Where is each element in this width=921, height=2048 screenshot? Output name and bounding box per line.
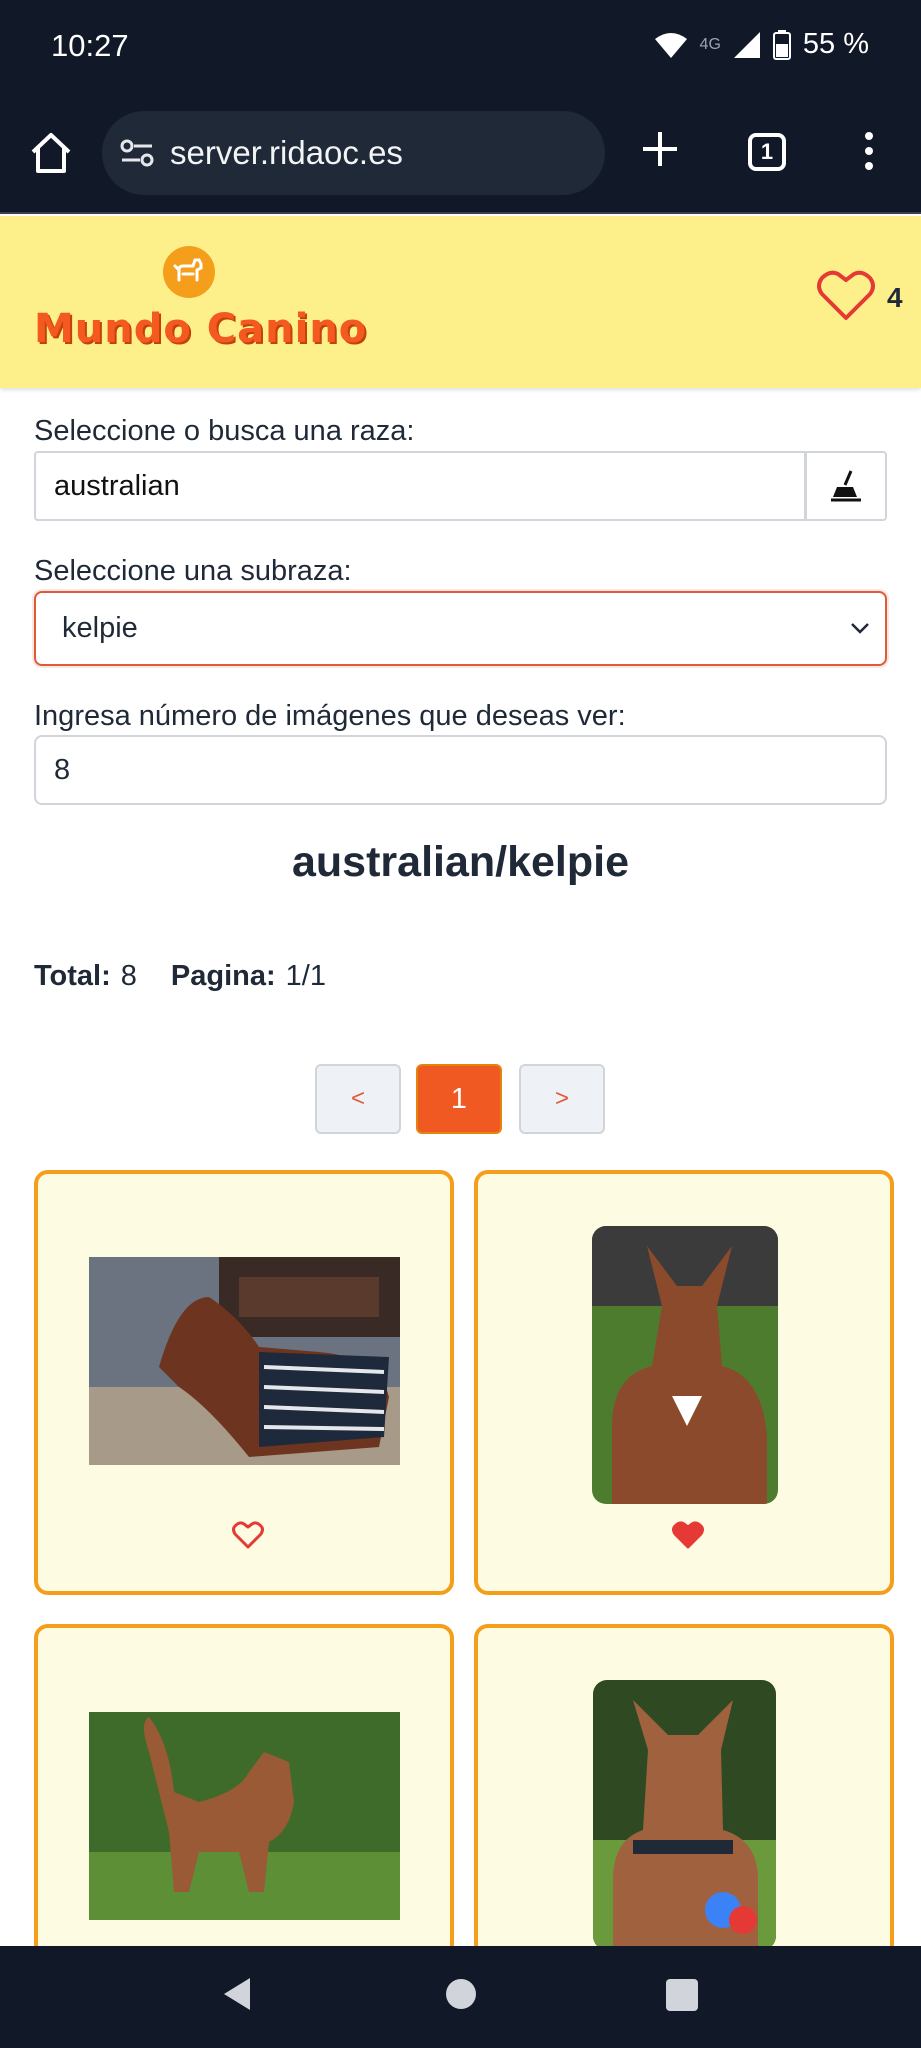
dog-photo: [89, 1712, 400, 1920]
status-bar: 10:27 4G 55 %: [0, 0, 921, 96]
total-label: Total:: [34, 960, 111, 992]
network-type-label: 4G: [699, 35, 721, 53]
site-logo-text[interactable]: Mundo Canino: [34, 306, 367, 352]
page-value: 1/1: [285, 960, 326, 992]
breed-label: Seleccione o busca una raza:: [34, 415, 415, 447]
favorite-toggle-icon[interactable]: [672, 1521, 704, 1549]
favorites-heart-icon[interactable]: [816, 268, 876, 322]
home-icon[interactable]: [28, 130, 74, 176]
prev-page-button[interactable]: <: [315, 1064, 401, 1134]
status-icons: 4G 55 %: [654, 28, 869, 61]
signal-icon: [733, 31, 760, 58]
image-count-label: Ingresa número de imágenes que deseas ve…: [34, 700, 626, 732]
battery-level: 55 %: [802, 28, 869, 60]
browser-toolbar: server.ridaoc.es 1: [0, 96, 921, 214]
dog-logo-icon: [163, 246, 215, 298]
favorite-toggle-icon[interactable]: [232, 1521, 264, 1549]
image-count-input[interactable]: 8: [34, 735, 887, 805]
chevron-down-icon: [851, 623, 869, 634]
address-bar[interactable]: server.ridaoc.es: [102, 111, 605, 195]
recents-square-icon[interactable]: [666, 1979, 698, 2011]
site-settings-icon[interactable]: [120, 139, 154, 167]
dog-image[interactable]: [89, 1257, 400, 1465]
broom-icon: [831, 470, 861, 502]
dog-card: [34, 1170, 454, 1595]
dog-card: [34, 1624, 454, 1964]
battery-icon: [772, 29, 791, 60]
breed-title: australian/kelpie: [292, 838, 629, 886]
site-header: Mundo Canino 4: [0, 216, 921, 388]
favorites-count: 4: [887, 282, 903, 313]
dog-photo: [89, 1257, 400, 1465]
dog-icon: [173, 258, 203, 282]
dog-card: [474, 1170, 894, 1595]
dog-photo: [592, 1226, 778, 1504]
tab-switcher-button[interactable]: 1: [748, 133, 786, 171]
dog-image[interactable]: [593, 1680, 776, 1950]
page-1-button[interactable]: 1: [416, 1064, 502, 1134]
more-menu-icon[interactable]: [862, 131, 876, 171]
results-stats: Total: 8 Pagina: 1/1: [34, 960, 326, 993]
clear-search-button[interactable]: [805, 451, 887, 521]
url-text: server.ridaoc.es: [170, 134, 403, 171]
total-value: 8: [120, 960, 137, 992]
status-time: 10:27: [51, 28, 129, 63]
dog-image[interactable]: [89, 1712, 400, 1920]
page-label: Pagina:: [170, 960, 276, 992]
subbreed-select[interactable]: kelpie: [34, 591, 887, 666]
new-tab-icon[interactable]: [640, 129, 680, 169]
dog-image[interactable]: [592, 1226, 778, 1504]
subbreed-label: Seleccione una subraza:: [34, 555, 352, 587]
dog-card: [474, 1624, 894, 1964]
next-page-button[interactable]: >: [519, 1064, 605, 1134]
dog-photo: [593, 1680, 776, 1950]
back-icon[interactable]: [220, 1976, 256, 2012]
home-circle-icon[interactable]: [446, 1979, 476, 2009]
wifi-icon: [654, 32, 687, 58]
system-nav-bar: [0, 1946, 921, 2048]
breed-search-input[interactable]: australian: [34, 451, 806, 521]
subbreed-selected-value: kelpie: [62, 612, 138, 644]
